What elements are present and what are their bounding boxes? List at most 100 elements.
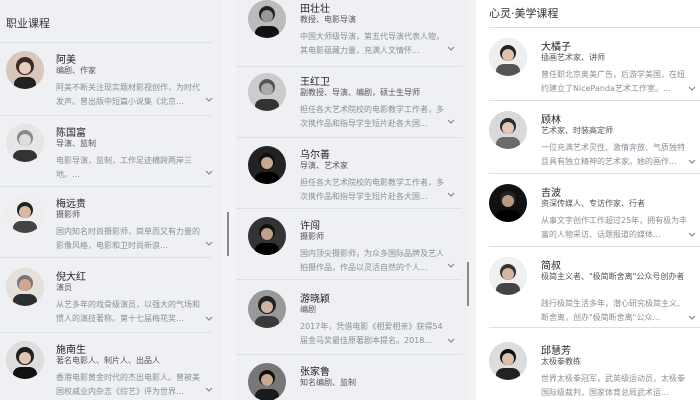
role: 太极拳教练 [541,357,581,366]
chevron-down-icon[interactable] [204,168,214,178]
role: 著名电影人、制片人、出品人 [56,356,160,365]
avatar [248,146,286,184]
description: 电影导演，监制，工作足迹横跨两岸三地。... [56,156,192,179]
name: 游晓颖 [300,294,330,305]
role: 摄影师 [300,232,324,241]
list-item[interactable]: 许闯 摄影师 国内顶尖摄影师，为众多国际品牌及艺人拍摄作品，作品以灵活自然的个人… [236,209,462,280]
description: 担任各大艺术院校的电影教学工作者，多次携作品和指导学生短片赴各大国... [300,105,444,128]
section-title-mind-aesthetics: 心灵·美学课程 [489,7,559,20]
chevron-down-icon[interactable] [446,190,456,200]
description: 中国大师级导演，第五代导演代表人物，其电影蕴藏力量，充满人文情怀... [300,32,444,55]
description: 践行极简生活多年，潜心研究极简主义、断舍离，创办"极简断舍离"公众... [541,299,685,322]
description: 香港电影黄金时代的杰出电影人。曾被美国权威业内杂志《综艺》评为世界... [56,373,200,396]
description: 世界太极拳冠军，武英级运动员，太极拳国际级裁判，国家体育总局武术运... [541,374,685,397]
description: 国内顶尖摄影师，为众多国际品牌及艺人拍摄作品，作品以灵活自然的个人... [300,249,444,272]
role: 极简主义者、"极简断舍离"公众号创办者 [541,272,685,281]
name: 邱慧芳 [541,346,571,357]
chevron-down-icon[interactable] [446,44,456,54]
chevron-down-icon[interactable] [204,385,214,395]
role: 资深传媒人、专访作家、行者 [541,199,645,208]
list-item[interactable]: 大橘子 插画艺术家、讲师 曾任职北京奥美广告，后游学美国，在纽约建立了NiceP… [489,28,700,101]
role: 编剧、作家 [56,66,96,75]
list-item[interactable]: 吉波 资深传媒人、专访作家、行者 从事文字创作工作超过25年，拥有极为丰富的人物… [489,174,700,247]
name: 施南生 [56,345,86,356]
list-item[interactable]: 简叔 极简主义者、"极简断舍离"公众号创办者 践行极简生活多年，潜心研究极简主义… [489,247,700,328]
list-item[interactable]: 梅远贵 摄影师 国内知名时尚摄影师，简单而又有力量的影像风格，电影和卫时尚新浪.… [0,187,214,258]
description: 曾任职北京奥美广告，后游学美国，在纽约建立了NicePanda艺术工作室。... [541,70,685,93]
list-item[interactable]: 田壮壮 教授、电影导演 中国大师级导演，第五代导演代表人物，其电影蕴藏力量，充满… [236,0,462,67]
description: 从艺多年的戏骨级演员，以强大的气场和惯人的演技著称。第十七届梅花奖... [56,300,200,323]
description: ... [300,395,308,400]
avatar [6,195,44,233]
role: 编剧 [300,305,316,314]
chevron-down-icon[interactable] [204,314,214,324]
avatar [248,363,286,400]
description: 阿美不断关注现实题材影视创作，为时代发声。曾出版中短篇小说集《北京... [56,83,200,106]
list-item[interactable]: 陈国富 导演、监制 电影导演，监制，工作足迹横跨两岸三地。... [0,116,214,187]
chevron-down-icon[interactable] [687,230,697,240]
role: 副教授、导演、编剧，硕士生导师 [300,88,420,97]
name: 乌尔善 [300,150,330,161]
role: 艺术家、时装高定师 [541,126,613,135]
name: 田壮壮 [300,4,330,15]
role: 导演、艺术家 [300,161,348,170]
description: 担任各大艺术院校的电影教学工作者，多次携作品和指导学生短片赴各大国... [300,178,444,201]
course-column-film: 田壮壮 教授、电影导演 中国大师级导演，第五代导演代表人物，其电影蕴藏力量，充满… [236,0,468,400]
avatar [6,124,44,162]
chevron-down-icon[interactable] [446,336,456,346]
role: 知名编剧、监制 [300,378,356,387]
name: 阿美 [56,55,76,66]
chevron-down-icon[interactable] [446,261,456,271]
list-item[interactable]: 顾林 艺术家、时装高定师 一位充满艺术灵性、激情奔放、气质独特且具有独立精神的艺… [489,101,700,174]
avatar [489,184,527,222]
role: 教授、电影导演 [300,15,356,24]
name: 顾林 [541,115,561,126]
description: 一位充满艺术灵性、激情奔放、气质独特且具有独立精神的艺术家。她的画作... [541,143,685,166]
chevron-down-icon[interactable] [687,313,697,323]
list-item[interactable]: 邱慧芳 太极拳教练 世界太极拳冠军，武英级运动员，太极拳国际级裁判，国家体育总局… [489,328,700,400]
list-item[interactable]: 游晓颖 编剧 2017年，凭借电影《相爱相亲》获得54届金马奖最佳原著剧本提名。… [236,280,462,355]
name: 大橘子 [541,42,571,53]
description: 国内知名时尚摄影师，简单而又有力量的影像风格，电影和卫时尚新浪... [56,227,200,250]
scrollbar[interactable] [227,212,229,256]
description: 从事文字创作工作超过25年，拥有极为丰富的人物采访、话题报道的媒体... [541,216,688,239]
avatar [248,0,286,38]
description: 2017年，凭借电影《相爱相亲》获得54届金马奖最佳原著剧本提名。2018... [300,322,443,345]
list-item[interactable]: 乌尔善 导演、艺术家 担任各大艺术院校的电影教学工作者，多次携作品和指导学生短片… [236,138,462,209]
list-item[interactable]: 张家鲁 知名编剧、监制 ... [236,355,462,400]
chevron-down-icon[interactable] [204,95,214,105]
name: 倪大红 [56,272,86,283]
avatar [6,341,44,379]
chevron-down-icon[interactable] [687,157,697,167]
chevron-down-icon[interactable] [687,84,697,94]
name: 吉波 [541,188,561,199]
avatar [489,342,527,380]
role: 摄影师 [56,210,80,219]
avatar [6,268,44,306]
role: 插画艺术家、讲师 [541,53,605,62]
list-item[interactable]: 阿美 编剧、作家 阿美不断关注现实题材影视创作，为时代发声。曾出版中短篇小说集《… [0,43,214,116]
chevron-down-icon[interactable] [204,239,214,249]
name: 简叔 [541,261,561,272]
section-title-career: 职业课程 [6,17,50,30]
name: 梅远贵 [56,199,86,210]
avatar [489,111,527,149]
course-column-mind-aesthetics: 心灵·美学课程 大橘子 插画艺术家、讲师 曾任职北京奥美广告，后游学美国，在纽约… [476,0,700,400]
role: 演员 [56,283,72,292]
avatar [248,290,286,328]
scrollbar[interactable] [467,262,469,306]
list-item[interactable]: 倪大红 演员 从艺多年的戏骨级演员，以强大的气场和惯人的演技著称。第十七届梅花奖… [0,258,214,333]
avatar [248,217,286,255]
course-column-career: 职业课程 阿美 编剧、作家 阿美不断关注现实题材影视创作，为时代发声。曾出版中短… [0,0,222,400]
list-item[interactable]: 施南生 著名电影人、制片人、出品人 香港电影黄金时代的杰出电影人。曾被美国权威业… [0,333,214,400]
name: 张家鲁 [300,367,330,378]
list-item[interactable]: 王红卫 副教授、导演、编剧，硕士生导师 担任各大艺术院校的电影教学工作者，多次携… [236,67,462,138]
avatar [489,257,527,295]
name: 王红卫 [300,77,330,88]
avatar [248,73,286,111]
name: 陈国富 [56,128,86,139]
avatar [6,51,44,89]
avatar [489,38,527,76]
name: 许闯 [300,221,320,232]
chevron-down-icon[interactable] [446,117,456,127]
